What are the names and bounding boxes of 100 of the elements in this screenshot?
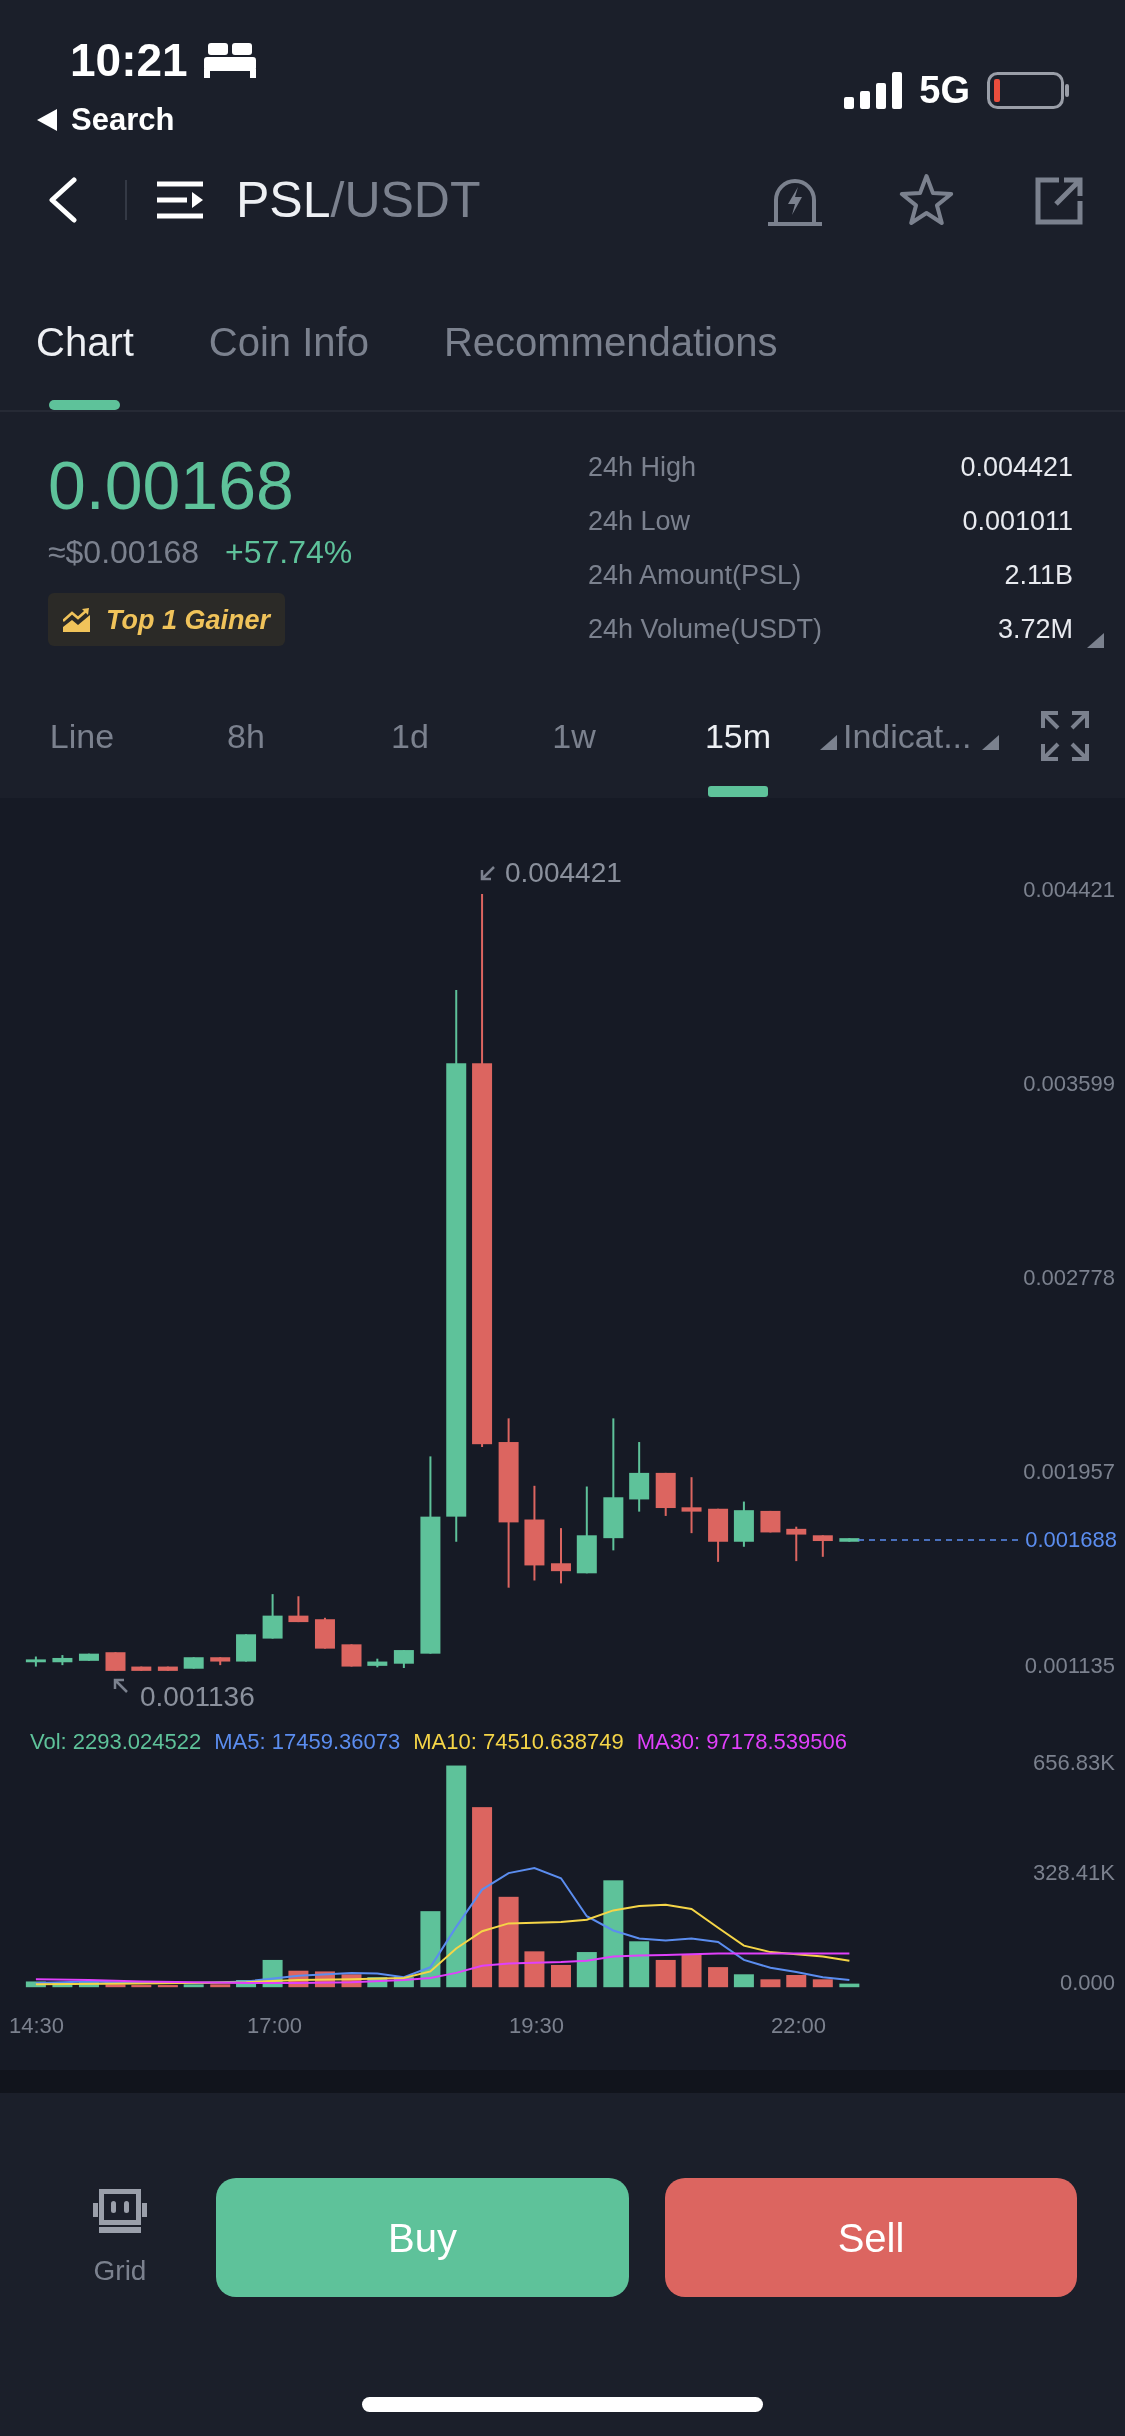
up-left-arrow-icon	[113, 1678, 128, 1693]
candle	[210, 1656, 231, 1667]
volume-axis-label: 328.41K	[1033, 1860, 1115, 1886]
last-price-label: 0.001688	[1025, 1527, 1117, 1553]
buy-button[interactable]: Buy	[216, 2178, 629, 2297]
volume-bar	[839, 1983, 860, 1988]
period-tab[interactable]: 1d	[328, 716, 492, 797]
fiat-price: ≈$0.00168	[48, 534, 200, 570]
legend-entry: MA30: 97178.539506	[636, 1729, 848, 1755]
legend-entry: MA5: 17459.36073	[214, 1729, 401, 1755]
price-axis-label: 0.001957	[1023, 1459, 1115, 1485]
period-tab[interactable]: 8h	[164, 716, 328, 797]
candle	[681, 1476, 702, 1535]
trading-pair-base: PSL	[236, 172, 331, 228]
stat-label: 24h Low	[588, 505, 691, 537]
volume-bar	[105, 1984, 126, 1988]
candle	[131, 1665, 152, 1672]
signal-icon	[844, 71, 903, 109]
candle	[367, 1657, 388, 1669]
period-tab[interactable]: 1w	[492, 716, 656, 797]
volume-bar	[131, 1985, 152, 1988]
chevron-left-icon[interactable]	[47, 177, 77, 223]
volume-bar	[157, 1985, 178, 1988]
volume-bar	[655, 1959, 676, 1988]
status-time: 10:21	[70, 36, 188, 84]
volume-bar	[708, 1967, 729, 1988]
volume-bar	[183, 1984, 204, 1988]
menu-icon[interactable]	[157, 180, 203, 220]
back-triangle-icon	[37, 109, 57, 131]
candle	[105, 1651, 126, 1672]
candle	[733, 1500, 754, 1548]
high-price-label: 0.004421	[505, 857, 622, 889]
expand-icon[interactable]	[1040, 710, 1090, 762]
volume-bar	[25, 1981, 46, 1988]
volume-bar	[524, 1951, 545, 1988]
corner-triangle-icon	[1087, 633, 1104, 648]
volume-bar	[812, 1979, 833, 1988]
price-axis-label: 0.003599	[1023, 1071, 1115, 1097]
volume-bar	[236, 1980, 257, 1988]
trading-pair-quote: /USDT	[330, 172, 481, 228]
volume-bar	[78, 1981, 99, 1988]
candle	[393, 1649, 414, 1669]
period-tab[interactable]: 15m	[656, 716, 820, 797]
candle	[157, 1665, 178, 1672]
price-change: +57.74%	[225, 534, 353, 570]
stat-label: 24h High	[588, 451, 697, 483]
volume-bar	[551, 1964, 571, 1988]
legend-entry: MA10: 74510.638749	[413, 1729, 624, 1755]
price-axis-label: 0.002778	[1023, 1265, 1115, 1291]
stat-label: 24h Amount(PSL)	[588, 559, 802, 591]
volume-bar	[393, 1977, 414, 1988]
stat-value: 0.004421	[960, 451, 1073, 483]
time-axis-label: 14:30	[9, 2013, 65, 2039]
candle	[25, 1655, 46, 1668]
last-price: 0.00168	[48, 446, 295, 525]
back-to-app-link[interactable]: Search	[37, 102, 175, 138]
low-price-label: 0.001136	[140, 1681, 255, 1713]
stat-label: 24h Volume(USDT)	[588, 613, 823, 645]
candle	[839, 1537, 860, 1543]
candle	[812, 1534, 833, 1558]
badge-label: Top 1 Gainer	[106, 603, 271, 636]
star-icon[interactable]	[898, 173, 955, 227]
volume-bar	[681, 1954, 702, 1988]
candle	[262, 1593, 283, 1640]
time-axis-label: 17:00	[247, 2013, 303, 2039]
tab[interactable]: Coin Info	[208, 320, 369, 410]
bed-icon	[203, 42, 256, 78]
battery-icon	[987, 71, 1069, 109]
volume-bar	[786, 1975, 807, 1988]
candle	[655, 1471, 676, 1517]
tab[interactable]: Recommendations	[443, 320, 778, 410]
indicators-button[interactable]: Indicat...	[843, 716, 999, 756]
time-axis-label: 22:00	[771, 2013, 827, 2039]
robot-icon	[93, 2188, 147, 2233]
candle	[52, 1654, 73, 1667]
share-icon[interactable]	[1035, 175, 1083, 225]
price-axis-label: 0.001135	[1024, 1653, 1115, 1679]
grid-button[interactable]: Grid	[80, 2178, 160, 2297]
candle	[236, 1633, 257, 1663]
candle	[78, 1652, 99, 1662]
volume-bar	[629, 1941, 650, 1988]
sell-button[interactable]: Sell	[665, 2178, 1077, 2297]
time-axis-label: 19:30	[509, 2013, 565, 2039]
volume-bar	[52, 1982, 73, 1988]
candle	[341, 1643, 362, 1668]
candle	[708, 1507, 729, 1563]
tab[interactable]: Chart	[36, 320, 134, 410]
volume-axis-label: 656.83K	[1033, 1750, 1115, 1776]
volume-bar	[367, 1977, 388, 1988]
trend-up-icon	[63, 607, 90, 632]
network-label: 5G	[919, 70, 970, 110]
period-tab[interactable]: Line	[0, 716, 164, 797]
candle	[760, 1509, 781, 1534]
stat-value: 0.001011	[962, 505, 1073, 537]
corner-triangle-icon	[981, 735, 999, 750]
stat-value: 2.11B	[1004, 559, 1073, 591]
volume-axis-label: 0.000	[1059, 1970, 1115, 1996]
stat-value: 3.72M	[997, 613, 1073, 645]
candle	[288, 1595, 309, 1624]
corner-triangle-icon	[820, 735, 837, 750]
